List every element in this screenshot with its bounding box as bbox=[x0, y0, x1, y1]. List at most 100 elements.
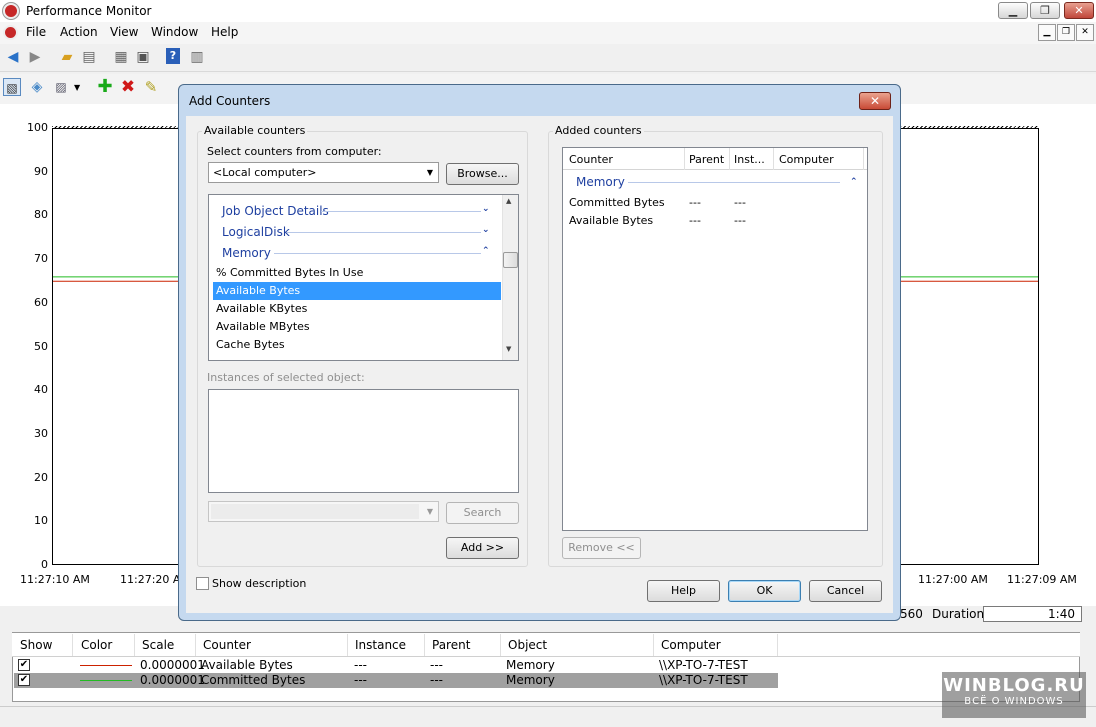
col-separator bbox=[729, 148, 730, 170]
col-color[interactable]: Color bbox=[81, 638, 112, 652]
chevron-down-icon[interactable]: ▼ bbox=[425, 507, 435, 516]
help-button[interactable]: Help bbox=[647, 580, 720, 602]
child-window-icon[interactable] bbox=[3, 25, 18, 40]
menu-window[interactable]: Window bbox=[151, 25, 198, 39]
scroll-thumb[interactable] bbox=[503, 252, 518, 268]
show-checkbox[interactable]: ✔ bbox=[18, 659, 30, 671]
minimize-button[interactable]: ▁ bbox=[998, 2, 1028, 19]
category-memory[interactable]: Memory bbox=[219, 244, 271, 262]
scroll-down-icon[interactable]: ▼ bbox=[506, 345, 511, 353]
show-hide-pane-icon[interactable]: ▥ bbox=[188, 48, 206, 66]
col-separator bbox=[195, 634, 196, 656]
col-object[interactable]: Object bbox=[508, 638, 547, 652]
counters-listbox[interactable]: Job Object Details ⌄ LogicalDisk ⌄ Memor… bbox=[208, 194, 519, 361]
added-row-counter[interactable]: Available Bytes bbox=[569, 214, 653, 227]
computer-combo[interactable]: <Local computer> bbox=[208, 162, 439, 183]
col-counter[interactable]: Counter bbox=[203, 638, 251, 652]
scale-cell: 0.0000001 bbox=[140, 658, 205, 672]
list-item-selected[interactable]: Available Bytes bbox=[213, 282, 501, 300]
col-separator bbox=[653, 634, 654, 656]
added-row-instance: --- bbox=[734, 196, 746, 209]
counter-cell: Available Bytes bbox=[201, 658, 293, 672]
list-item[interactable]: Available MBytes bbox=[213, 318, 501, 336]
scroll-up-icon[interactable]: ▲ bbox=[506, 197, 511, 205]
menu-file[interactable]: File bbox=[26, 25, 46, 39]
category-divider bbox=[628, 182, 840, 183]
main-toolbar bbox=[0, 44, 1096, 72]
col-computer[interactable]: Computer bbox=[661, 638, 721, 652]
added-col-instance[interactable]: Inst... bbox=[734, 153, 765, 166]
close-button[interactable]: ✕ bbox=[1064, 2, 1094, 19]
y-tick-label: 0 bbox=[41, 558, 48, 571]
console-tree-icon[interactable]: ▤ bbox=[80, 48, 98, 66]
instance-cell: --- bbox=[354, 673, 367, 687]
col-parent[interactable]: Parent bbox=[432, 638, 470, 652]
added-col-computer[interactable]: Computer bbox=[779, 153, 834, 166]
mdi-restore-button[interactable]: ❐ bbox=[1057, 24, 1075, 41]
col-separator bbox=[424, 634, 425, 656]
restore-button[interactable]: ❐ bbox=[1030, 2, 1060, 19]
add-counter-icon[interactable]: ✚ bbox=[96, 78, 114, 96]
menu-help[interactable]: Help bbox=[211, 25, 238, 39]
computer-cell: \\XP-TO-7-TEST bbox=[659, 673, 748, 687]
category-job-object-details[interactable]: Job Object Details bbox=[219, 202, 329, 220]
counters-scrollbar[interactable]: ▲ ▼ bbox=[502, 195, 518, 360]
y-tick-label: 30 bbox=[34, 426, 48, 440]
instance-cell: --- bbox=[354, 658, 367, 672]
change-graph-type-icon[interactable]: ▨ bbox=[52, 78, 70, 96]
added-category-memory[interactable]: Memory bbox=[576, 175, 625, 189]
remove-button[interactable]: Remove << bbox=[562, 537, 641, 559]
show-description-checkbox[interactable] bbox=[196, 577, 209, 590]
list-item[interactable]: Cache Bytes bbox=[213, 336, 501, 354]
added-col-counter[interactable]: Counter bbox=[569, 153, 613, 166]
cancel-button[interactable]: Cancel bbox=[809, 580, 882, 602]
dialog-close-button[interactable]: ✕ bbox=[859, 92, 891, 110]
properties-icon[interactable]: ▦ bbox=[112, 48, 130, 66]
ok-button[interactable]: OK bbox=[728, 580, 801, 602]
chevron-down-icon[interactable]: ▼ bbox=[425, 168, 435, 177]
show-checkbox[interactable]: ✔ bbox=[18, 674, 30, 686]
add-button[interactable]: Add >> bbox=[446, 537, 519, 559]
search-button[interactable]: Search bbox=[446, 502, 519, 524]
chevron-up-icon[interactable]: ⌃ bbox=[482, 246, 490, 256]
dialog-title: Add Counters bbox=[189, 94, 271, 108]
y-tick-label: 50 bbox=[34, 339, 48, 353]
duration-label: Duration bbox=[932, 607, 985, 621]
browse-button[interactable]: Browse... bbox=[446, 163, 519, 185]
instances-listbox[interactable] bbox=[208, 389, 519, 493]
folder-up-icon[interactable]: ▰ bbox=[58, 48, 76, 66]
added-counters-list[interactable]: Counter Parent Inst... Computer Memory ⌃… bbox=[562, 147, 868, 531]
col-scale[interactable]: Scale bbox=[142, 638, 174, 652]
menu-action[interactable]: Action bbox=[60, 25, 98, 39]
mdi-close-button[interactable]: ✕ bbox=[1076, 24, 1094, 41]
col-show[interactable]: Show bbox=[20, 638, 52, 652]
category-logicaldisk[interactable]: LogicalDisk bbox=[219, 223, 290, 241]
view-current-activity-icon[interactable]: ▧ bbox=[3, 78, 21, 96]
color-swatch bbox=[80, 680, 132, 681]
back-icon[interactable]: ◀ bbox=[4, 48, 22, 66]
forward-icon[interactable]: ▶ bbox=[26, 48, 44, 66]
help-icon[interactable]: ? bbox=[166, 48, 180, 64]
delete-counter-icon[interactable]: ✖ bbox=[119, 78, 137, 96]
view-log-data-icon[interactable]: ◈ bbox=[28, 78, 46, 96]
table-row[interactable]: ✔ 0.0000001 Available Bytes --- --- Memo… bbox=[14, 658, 778, 673]
col-instance[interactable]: Instance bbox=[355, 638, 406, 652]
chevron-up-icon[interactable]: ⌃ bbox=[850, 177, 858, 187]
list-item[interactable]: % Committed Bytes In Use bbox=[213, 264, 501, 282]
clipped-row bbox=[249, 195, 261, 197]
graph-type-dropdown-icon[interactable]: ▼ bbox=[74, 83, 80, 92]
category-divider bbox=[321, 211, 481, 212]
chevron-down-icon[interactable]: ⌄ bbox=[482, 204, 490, 214]
chevron-down-icon[interactable]: ⌄ bbox=[482, 225, 490, 235]
list-item[interactable]: Available KBytes bbox=[213, 300, 501, 318]
print-icon[interactable]: ▣ bbox=[134, 48, 152, 66]
instance-search-combo[interactable] bbox=[208, 501, 439, 522]
added-col-parent[interactable]: Parent bbox=[689, 153, 724, 166]
watermark: WINBLOG.RU ВСЁ О WINDOWS bbox=[942, 672, 1086, 718]
table-row[interactable]: ✔ 0.0000001 Committed Bytes --- --- Memo… bbox=[14, 673, 778, 688]
menu-view[interactable]: View bbox=[110, 25, 138, 39]
highlight-icon[interactable]: ✎ bbox=[142, 78, 160, 96]
added-row-counter[interactable]: Committed Bytes bbox=[569, 196, 665, 209]
mdi-minimize-button[interactable]: ▁ bbox=[1038, 24, 1056, 41]
parent-cell: --- bbox=[430, 658, 443, 672]
